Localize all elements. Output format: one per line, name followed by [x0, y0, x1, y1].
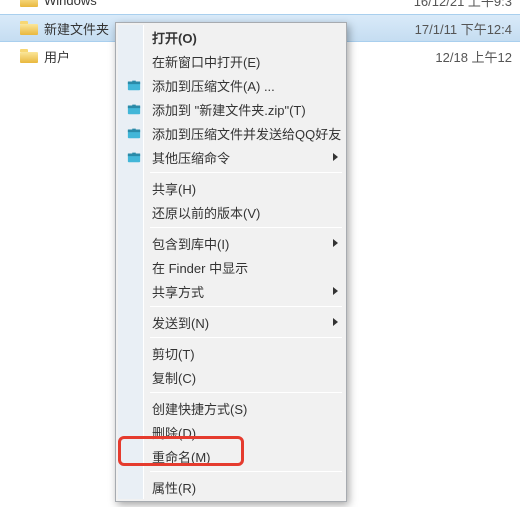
menu-label: 删除(D): [152, 423, 196, 442]
menu-label: 共享(H): [152, 179, 196, 198]
menu-send-to[interactable]: 发送到(N): [120, 310, 344, 334]
menu-cut[interactable]: 剪切(T): [120, 341, 344, 365]
menu-separator: [150, 337, 342, 338]
menu-label: 属性(R): [152, 478, 196, 497]
menu-create-shortcut[interactable]: 创建快捷方式(S): [120, 396, 344, 420]
menu-label: 添加到 "新建文件夹.zip"(T): [152, 100, 306, 119]
menu-include-in-library[interactable]: 包含到库中(I): [120, 231, 344, 255]
menu-separator: [150, 392, 342, 393]
folder-name: Windows: [44, 0, 414, 8]
menu-add-to-archive[interactable]: 添加到压缩文件(A) ...: [120, 73, 344, 97]
folder-icon: [20, 0, 38, 7]
menu-label: 共享方式: [152, 282, 204, 301]
folder-date: 17/1/11 下午12:4: [415, 19, 516, 38]
folder-date: 16/12/21 上午9:3: [414, 0, 516, 10]
menu-label: 在新窗口中打开(E): [152, 52, 260, 71]
menu-open-new-window[interactable]: 在新窗口中打开(E): [120, 49, 344, 73]
folder-date: 12/18 上午12: [435, 47, 516, 66]
menu-label: 复制(C): [152, 368, 196, 387]
menu-label: 创建快捷方式(S): [152, 399, 247, 418]
menu-open[interactable]: 打开(O): [120, 25, 344, 49]
menu-copy[interactable]: 复制(C): [120, 365, 344, 389]
menu-label: 添加到压缩文件(A) ...: [152, 76, 275, 95]
archive-icon: [124, 150, 144, 164]
menu-share-with[interactable]: 共享方式: [120, 279, 344, 303]
archive-icon: [124, 102, 144, 116]
chevron-right-icon: [333, 287, 338, 295]
folder-icon: [20, 49, 38, 63]
menu-show-in-finder[interactable]: 在 Finder 中显示: [120, 255, 344, 279]
menu-delete[interactable]: 删除(D): [120, 420, 344, 444]
menu-separator: [150, 306, 342, 307]
menu-add-send-qq[interactable]: 添加到压缩文件并发送给QQ好友: [120, 121, 344, 145]
menu-separator: [150, 227, 342, 228]
menu-label: 包含到库中(I): [152, 234, 229, 253]
chevron-right-icon: [333, 153, 338, 161]
chevron-right-icon: [333, 318, 338, 326]
menu-properties[interactable]: 属性(R): [120, 475, 344, 499]
chevron-right-icon: [333, 239, 338, 247]
menu-label: 重命名(M): [152, 447, 211, 466]
menu-add-to-zip[interactable]: 添加到 "新建文件夹.zip"(T): [120, 97, 344, 121]
archive-icon: [124, 78, 144, 92]
menu-separator: [150, 172, 342, 173]
menu-label: 添加到压缩文件并发送给QQ好友: [152, 124, 341, 143]
menu-label: 剪切(T): [152, 344, 195, 363]
folder-icon: [20, 21, 38, 35]
menu-rename[interactable]: 重命名(M): [120, 444, 344, 468]
menu-restore-previous[interactable]: 还原以前的版本(V): [120, 200, 344, 224]
menu-label: 还原以前的版本(V): [152, 203, 260, 222]
menu-separator: [150, 471, 342, 472]
folder-row-windows[interactable]: Windows 16/12/21 上午9:3: [0, 0, 520, 14]
menu-label: 在 Finder 中显示: [152, 258, 248, 277]
menu-label: 打开(O): [152, 28, 197, 47]
menu-other-compress[interactable]: 其他压缩命令: [120, 145, 344, 169]
menu-label: 其他压缩命令: [152, 148, 230, 167]
menu-share[interactable]: 共享(H): [120, 176, 344, 200]
context-menu: 打开(O) 在新窗口中打开(E) 添加到压缩文件(A) ... 添加到 "新建文…: [115, 22, 347, 502]
menu-label: 发送到(N): [152, 313, 209, 332]
archive-icon: [124, 126, 144, 140]
